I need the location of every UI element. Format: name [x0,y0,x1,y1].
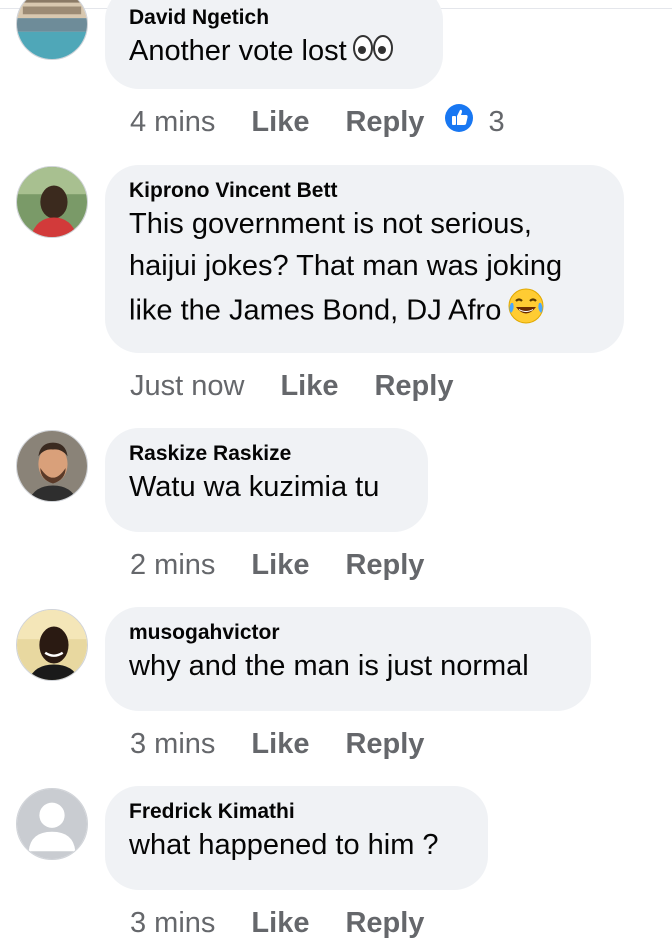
avatar[interactable] [16,609,88,681]
comment-line: This government is not serious, [129,208,532,240]
like-button[interactable]: Like [251,907,309,940]
like-button[interactable]: Like [251,549,309,582]
comment-bubble: Raskize Raskize Watu wa kuzimia tu [105,428,428,532]
comment-bubble: musogahvictor why and the man is just no… [105,607,591,711]
avatar[interactable] [16,0,88,60]
building-photo-avatar [17,0,87,59]
comment-actions: 4 mins Like Reply 3 [130,102,505,142]
comment-line: why and the man is just normal [129,650,529,682]
comment-line: what happened to him ? [129,829,439,861]
comment-author[interactable]: musogahvictor [129,621,567,645]
person-photo-avatar [17,610,87,680]
comment-timestamp: 3 mins [130,906,216,939]
comment-line: like the James Bond, DJ Afro [129,294,502,327]
comment-timestamp: 2 mins [130,548,216,581]
comment-line: Another vote lost [129,35,347,67]
avatar[interactable] [16,166,88,238]
person-photo-avatar [17,167,87,237]
like-button[interactable]: Like [251,728,309,761]
comment-text: This government is not serious, haijui j… [129,203,600,337]
comment-bubble: Kiprono Vincent Bett This government is … [105,165,624,353]
comment-bubble: David Ngetich Another vote lost [105,0,443,89]
comment-actions: Just now Like Reply [130,366,489,406]
default-user-avatar-icon [17,789,87,859]
comment-actions: 3 mins Like Reply [130,903,460,943]
comment-bubble: Fredrick Kimathi what happened to him ? [105,786,488,890]
comment-text: Another vote lost [129,30,419,73]
comment-text: what happened to him ? [129,824,464,866]
comment-timestamp: Just now [130,369,245,402]
avatar[interactable] [16,788,88,860]
reply-button[interactable]: Reply [345,106,424,139]
reply-button[interactable]: Reply [345,907,424,940]
person-photo-avatar [17,431,87,501]
comment-line: haijui jokes? That man was joking [129,250,563,282]
reply-button[interactable]: Reply [345,549,424,582]
reaction-count: 3 [488,105,505,138]
reply-button[interactable]: Reply [374,370,453,403]
comment-timestamp: 4 mins [130,105,216,138]
comment-timestamp: 3 mins [130,727,216,760]
reaction-summary[interactable]: 3 [444,103,505,141]
comment-author[interactable]: David Ngetich [129,6,419,30]
avatar[interactable] [16,430,88,502]
comment-actions: 2 mins Like Reply [130,545,460,585]
comment-line: Watu wa kuzimia tu [129,471,380,503]
like-button[interactable]: Like [280,370,338,403]
comment-actions: 3 mins Like Reply [130,724,460,764]
laughing-tears-emoji [507,287,545,337]
thumbs-up-icon [444,103,474,141]
comment-author[interactable]: Kiprono Vincent Bett [129,179,600,203]
eyes-emoji [352,31,393,73]
reply-button[interactable]: Reply [345,728,424,761]
comment-text: why and the man is just normal [129,645,567,687]
comment-text: Watu wa kuzimia tu [129,466,404,508]
comment-author[interactable]: Raskize Raskize [129,442,404,466]
comment-author[interactable]: Fredrick Kimathi [129,800,464,824]
like-button[interactable]: Like [251,106,309,139]
